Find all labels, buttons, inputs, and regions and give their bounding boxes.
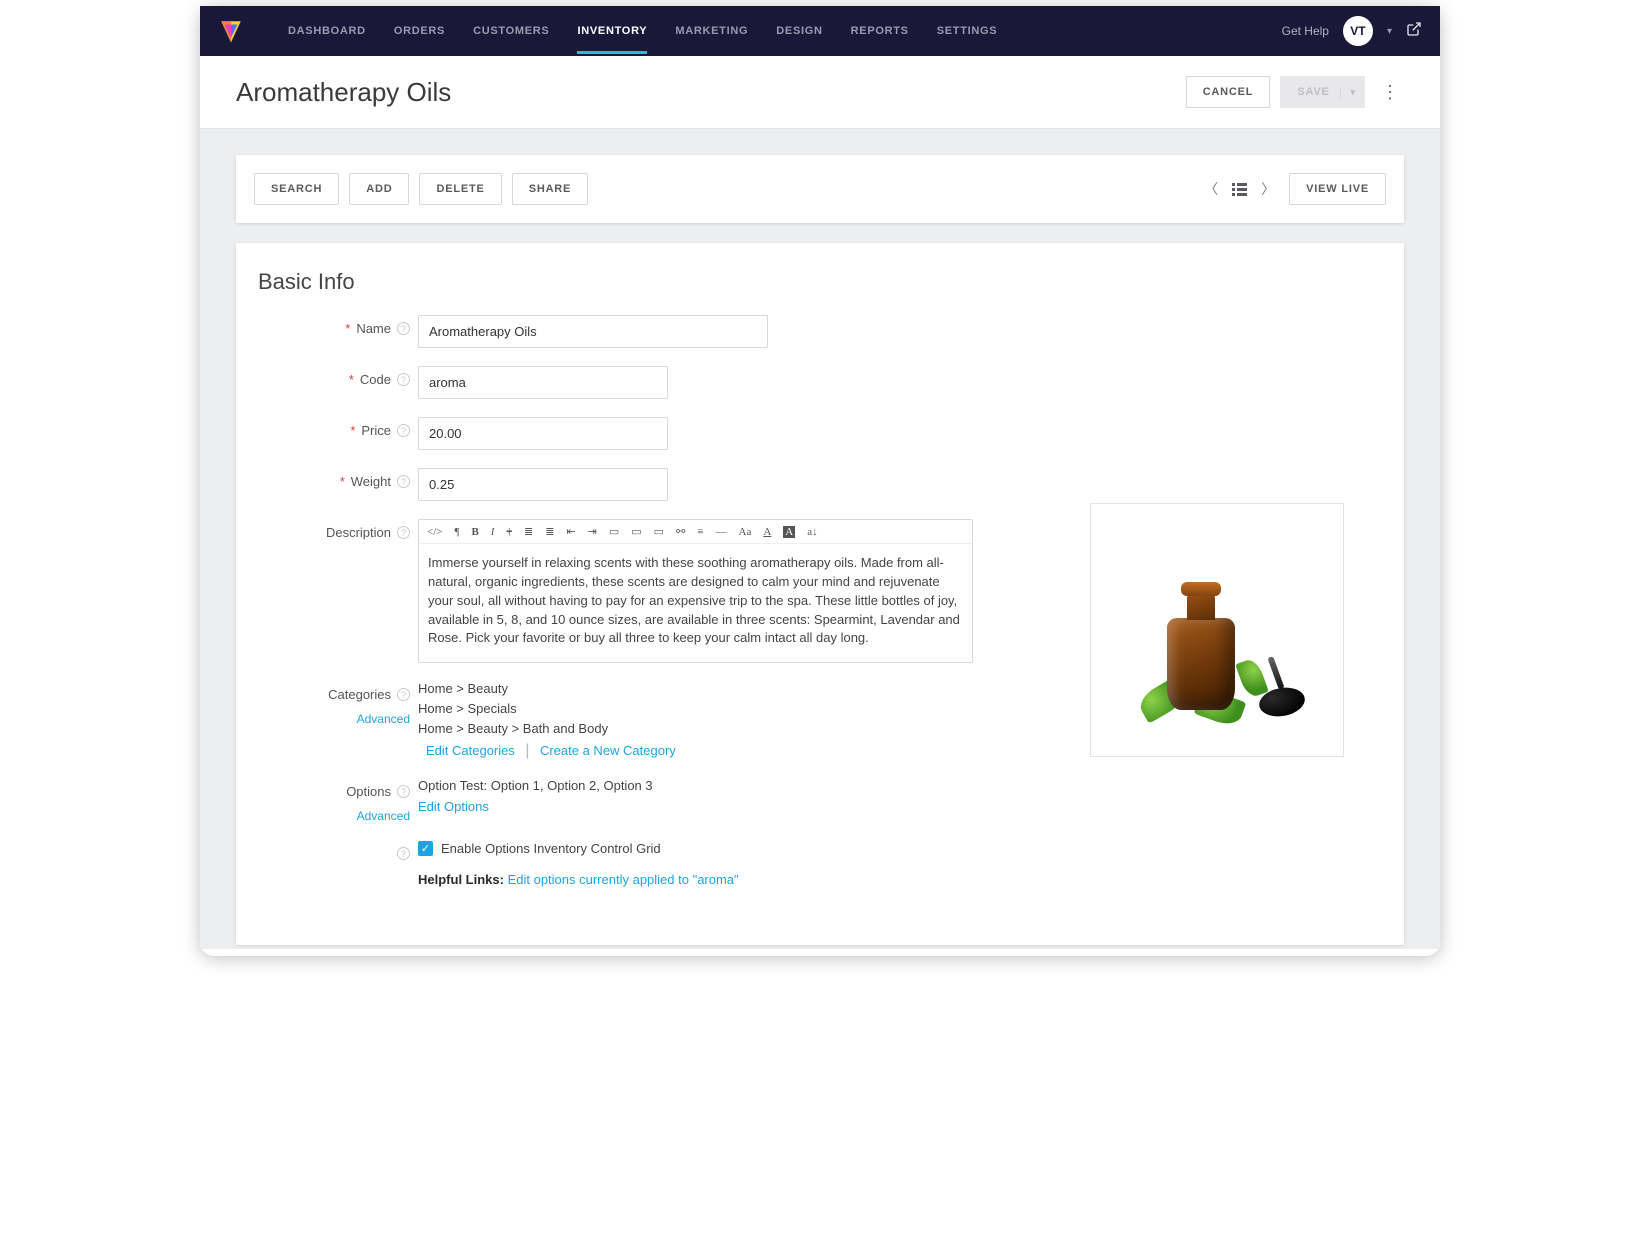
code-label: Code <box>360 372 391 387</box>
help-icon[interactable]: ? <box>397 526 410 539</box>
rte-paragraph-icon[interactable]: ¶ <box>454 526 459 538</box>
share-button[interactable]: SHARE <box>512 173 589 205</box>
help-icon[interactable]: ? <box>397 475 410 488</box>
nav-settings[interactable]: SETTINGS <box>923 8 1012 54</box>
search-button[interactable]: SEARCH <box>254 173 339 205</box>
rte-ul-icon[interactable]: ≣ <box>524 525 533 538</box>
price-label: Price <box>361 423 391 438</box>
price-input[interactable] <box>418 417 668 450</box>
rte-strike-icon[interactable]: † <box>506 526 512 538</box>
weight-label: Weight <box>351 474 391 489</box>
options-inventory-label: Enable Options Inventory Control Grid <box>441 841 661 856</box>
rte-ol-icon[interactable]: ≣ <box>545 525 554 538</box>
save-dropdown-chevron-icon[interactable]: ▾ <box>1340 87 1356 98</box>
page-title: Aromatherapy Oils <box>236 77 451 108</box>
nav-inventory[interactable]: INVENTORY <box>563 8 661 54</box>
next-record-icon[interactable]: 〉 <box>1261 179 1275 199</box>
rte-align-icon[interactable]: ≡ <box>697 526 703 538</box>
cancel-button[interactable]: CANCEL <box>1186 76 1271 108</box>
category-path: Home > Beauty <box>418 681 1048 696</box>
account-chevron-icon[interactable]: ▾ <box>1387 26 1392 37</box>
nav-orders[interactable]: ORDERS <box>380 8 459 54</box>
rte-embed-icon[interactable]: ▭ <box>654 525 664 538</box>
options-inventory-checkbox[interactable]: ✓ <box>418 841 433 856</box>
help-icon[interactable]: ? <box>397 322 410 335</box>
rte-indent-icon[interactable]: ⇥ <box>588 525 597 538</box>
help-icon[interactable]: ? <box>397 373 410 386</box>
save-label: SAVE <box>1297 86 1329 98</box>
required-marker: * <box>340 474 345 489</box>
name-label: Name <box>356 321 391 336</box>
rte-textcolor-icon[interactable]: A <box>763 526 771 538</box>
categories-label: Categories <box>328 687 391 702</box>
description-label: Description <box>326 525 391 540</box>
add-button[interactable]: ADD <box>349 173 409 205</box>
rte-source-icon[interactable]: </> <box>427 526 442 538</box>
page-header: Aromatherapy Oils CANCEL SAVE ▾ ⋮ <box>200 56 1440 129</box>
nav-reports[interactable]: REPORTS <box>837 8 923 54</box>
help-icon[interactable]: ? <box>397 785 410 798</box>
required-marker: * <box>350 423 355 438</box>
rte-image-icon[interactable]: ▭ <box>609 525 619 538</box>
view-live-button[interactable]: VIEW LIVE <box>1289 173 1386 205</box>
helpful-edit-options-link[interactable]: Edit options currently applied to "aroma… <box>508 872 739 887</box>
rte-hr-icon[interactable]: — <box>716 526 727 538</box>
categories-advanced-link[interactable]: Advanced <box>357 712 410 726</box>
rte-textsize-icon[interactable]: Aa <box>739 526 752 538</box>
description-body[interactable]: Immerse yourself in relaxing scents with… <box>419 544 972 662</box>
nav-design[interactable]: DESIGN <box>762 8 836 54</box>
top-nav: DASHBOARD ORDERS CUSTOMERS INVENTORY MAR… <box>200 6 1440 56</box>
code-input[interactable] <box>418 366 668 399</box>
get-help-link[interactable]: Get Help <box>1282 24 1329 38</box>
nav-dashboard[interactable]: DASHBOARD <box>274 8 380 54</box>
category-path: Home > Specials <box>418 701 1048 716</box>
basic-info-card: Basic Info * Name ? * Code ? <box>236 243 1404 945</box>
edit-options-link[interactable]: Edit Options <box>418 799 489 814</box>
section-title: Basic Info <box>258 269 1382 295</box>
rte-link-icon[interactable]: ⚯ <box>676 525 685 538</box>
rte-italic-icon[interactable]: I <box>491 526 495 538</box>
open-external-icon[interactable] <box>1406 21 1422 42</box>
name-input[interactable] <box>418 315 768 348</box>
help-icon[interactable]: ? <box>397 424 410 437</box>
rte-bgcolor-icon[interactable]: A <box>783 526 795 538</box>
product-image[interactable] <box>1090 503 1344 757</box>
rte-bold-icon[interactable]: B <box>471 526 478 538</box>
options-label: Options <box>346 784 391 799</box>
description-editor[interactable]: </> ¶ B I † ≣ ≣ ⇤ ⇥ ▭ ▭ ▭ ⚯ ≡ — <box>418 519 973 663</box>
nav-customers[interactable]: CUSTOMERS <box>459 8 563 54</box>
more-menu-icon[interactable]: ⋮ <box>1375 82 1404 103</box>
edit-categories-link[interactable]: Edit Categories <box>426 743 515 758</box>
avatar[interactable]: VT <box>1343 16 1373 46</box>
options-advanced-link[interactable]: Advanced <box>357 809 410 823</box>
toolbar: SEARCH ADD DELETE SHARE 〈 〉 VIEW LIVE <box>236 155 1404 223</box>
separator: | <box>525 742 529 759</box>
help-icon[interactable]: ? <box>397 688 410 701</box>
rte-clear-icon[interactable]: a↓ <box>807 526 817 538</box>
options-summary: Option Test: Option 1, Option 2, Option … <box>418 778 1048 793</box>
required-marker: * <box>345 321 350 336</box>
workarea: SEARCH ADD DELETE SHARE 〈 〉 VIEW LIVE Ba… <box>200 129 1440 949</box>
rte-video-icon[interactable]: ▭ <box>631 525 641 538</box>
product-image-illustration <box>1137 540 1297 720</box>
nav-right: Get Help VT ▾ <box>1282 16 1422 46</box>
required-marker: * <box>349 372 354 387</box>
save-button[interactable]: SAVE ▾ <box>1280 76 1365 108</box>
rte-toolbar: </> ¶ B I † ≣ ≣ ⇤ ⇥ ▭ ▭ ▭ ⚯ ≡ — <box>419 520 972 544</box>
prev-record-icon[interactable]: 〈 <box>1204 179 1218 199</box>
list-view-icon[interactable] <box>1232 183 1247 196</box>
help-icon[interactable]: ? <box>397 847 410 860</box>
category-path: Home > Beauty > Bath and Body <box>418 721 1048 736</box>
weight-input[interactable] <box>418 468 668 501</box>
nav-items: DASHBOARD ORDERS CUSTOMERS INVENTORY MAR… <box>274 8 1011 54</box>
helpful-links-prefix: Helpful Links: <box>418 872 504 887</box>
delete-button[interactable]: DELETE <box>419 173 501 205</box>
create-category-link[interactable]: Create a New Category <box>540 743 676 758</box>
app-logo <box>218 18 244 44</box>
rte-outdent-icon[interactable]: ⇤ <box>566 525 575 538</box>
nav-marketing[interactable]: MARKETING <box>661 8 762 54</box>
